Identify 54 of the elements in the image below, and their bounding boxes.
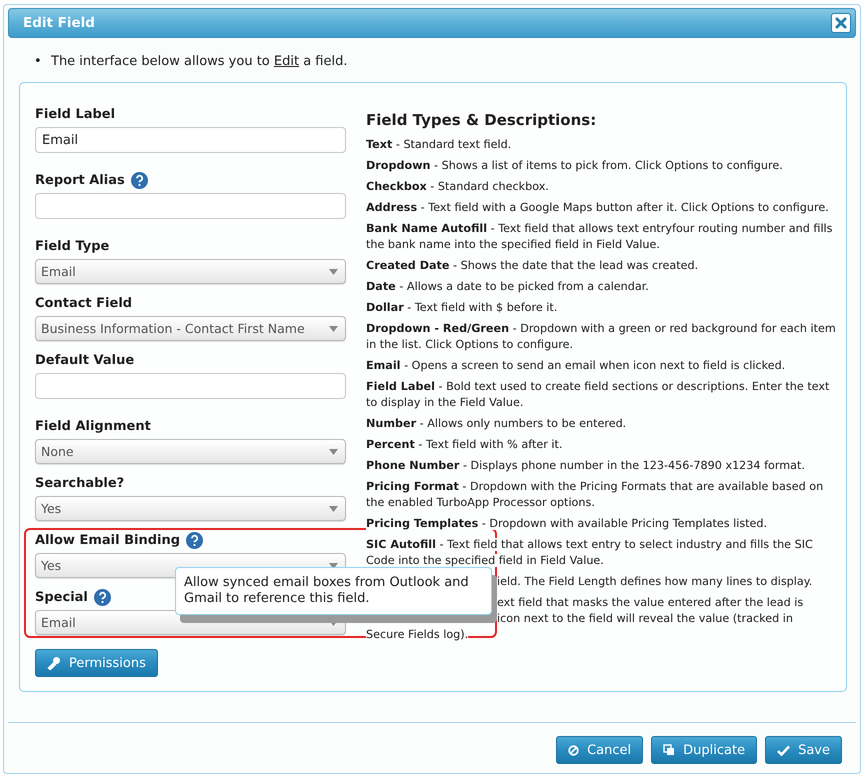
caret-icon <box>329 326 338 332</box>
save-button[interactable]: Save <box>765 736 842 764</box>
field-label: Field Label <box>35 106 116 122</box>
field-type-description: Dropdown - Shows a list of items to pick from. Click Options to configure. <box>366 158 784 174</box>
check-icon <box>777 744 790 756</box>
permissions-button[interactable]: Permissions <box>35 649 158 677</box>
caret-icon <box>329 268 338 274</box>
field-type-description: Address - Text field with a Google Maps button after it. Click Options to configure. <box>366 200 830 216</box>
field-label: Field Alignment <box>35 418 151 434</box>
description-fragment: ield. The Field Length defines how many lines to display. <box>497 575 812 588</box>
field-type-description: Pricing Templates - Dropdown with available Pricing Templates listed. <box>366 516 768 532</box>
description-fragment: icon next to the field will reveal the value (tracked in <box>497 612 793 625</box>
duplicate-button[interactable]: Duplicate <box>651 736 758 764</box>
field-label: Report Alias <box>35 172 125 188</box>
text-field[interactable] <box>35 193 346 219</box>
dropdown[interactable]: Business Information - Contact First Name <box>35 316 346 341</box>
caret-icon <box>329 448 338 454</box>
field-type-description: SIC Autofill - Text field that allows text entry to select industry and fills the SIC Code into the specified field in Field Value. <box>366 537 814 569</box>
description-fragment: ext field that masks the value entered after the lead is <box>497 596 804 609</box>
help-icon[interactable] <box>130 172 148 188</box>
key-icon <box>47 656 61 670</box>
cancel-button[interactable]: Cancel <box>556 736 644 764</box>
field-label: Allow Email Binding <box>35 532 180 548</box>
field-type-description: Bank Name Autofill - Text field that allows text entryfour routing number and fills the bank name into the specified field in Field Value. <box>366 221 834 253</box>
dropdown[interactable]: None <box>35 439 346 464</box>
description-fragment: Secure Fields log). <box>366 628 468 641</box>
field-type-description: Email - Opens a screen to send an email when icon next to field is clicked. <box>366 358 786 374</box>
field-label: Searchable? <box>35 476 124 490</box>
edit-link[interactable]: Edit <box>274 54 300 69</box>
window-title: Edit Field <box>23 15 95 31</box>
copy-icon <box>663 744 676 756</box>
field-type-description: Pricing Format - Dropdown with the Pricing Formats that are available based on the enabled TurboApp Processor options. <box>366 479 824 511</box>
dropdown[interactable]: Yes <box>35 496 346 521</box>
close-button[interactable] <box>831 13 851 33</box>
field-type-description: Dollar - Text field with $ before it. <box>366 300 558 316</box>
text-field[interactable] <box>35 373 346 399</box>
field-label: Contact Field <box>35 296 132 310</box>
dropdown[interactable]: Email <box>35 259 346 284</box>
bullet-icon: • <box>34 53 51 71</box>
field-type-description: Field Label - Bold text used to create field sections or descriptions. Enter the text to display in the Field Value. <box>366 379 830 411</box>
field-type-description: Date - Allows a date to be picked from a calendar. <box>366 279 650 295</box>
field-label: Special <box>35 590 88 604</box>
field-label: Default Value <box>35 352 134 368</box>
field-type-description: Phone Number - Displays phone number in the 123-456-7890 x1234 format. <box>366 458 806 474</box>
field-label: Field Type <box>35 238 110 254</box>
text-field[interactable]: Email <box>35 127 346 153</box>
field-type-description: Number - Allows only numbers to be entered. <box>366 416 628 432</box>
section-heading: Field Types & Descriptions: <box>366 112 598 128</box>
prohibited-icon <box>568 744 580 756</box>
intro-text: The interface below allows you to Edit a field. <box>51 54 348 69</box>
caret-icon <box>329 506 338 512</box>
field-type-description: Dropdown - Red/Green - Dropdown with a green or red background for each item in the list. Click Options to configure. <box>366 321 836 353</box>
help-icon[interactable] <box>94 588 111 606</box>
help-icon[interactable] <box>186 532 204 548</box>
